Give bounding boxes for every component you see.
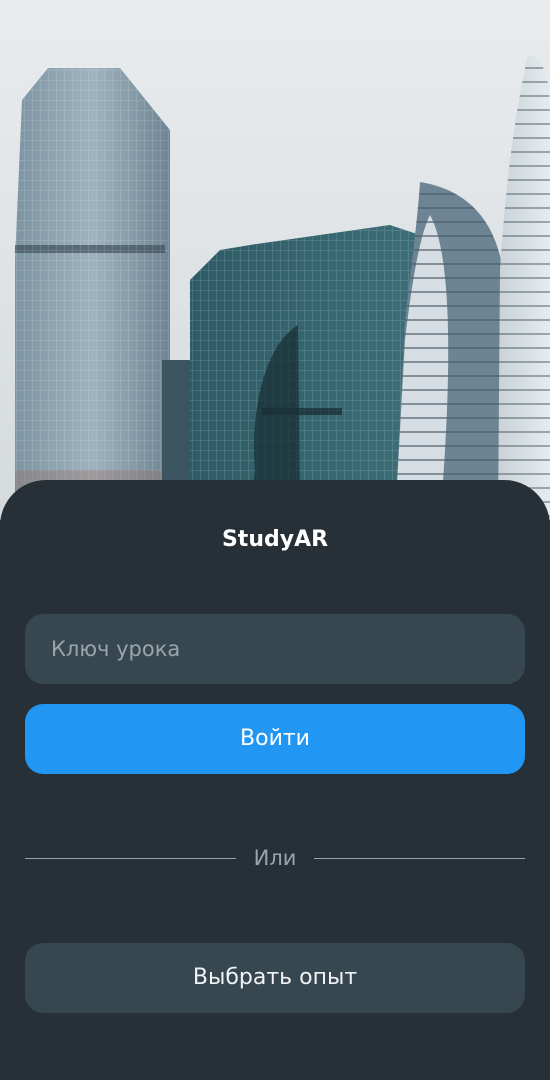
- divider-line-right: [314, 858, 525, 859]
- header-background-image: [0, 0, 550, 520]
- or-divider: Или: [25, 846, 525, 871]
- choose-experience-button[interactable]: Выбрать опыт: [25, 943, 525, 1013]
- login-sheet: StudyAR Войти Или Выбрать опыт: [0, 480, 550, 1080]
- login-button[interactable]: Войти: [25, 704, 525, 774]
- app-title: StudyAR: [221, 527, 329, 552]
- lesson-key-input[interactable]: [25, 614, 525, 684]
